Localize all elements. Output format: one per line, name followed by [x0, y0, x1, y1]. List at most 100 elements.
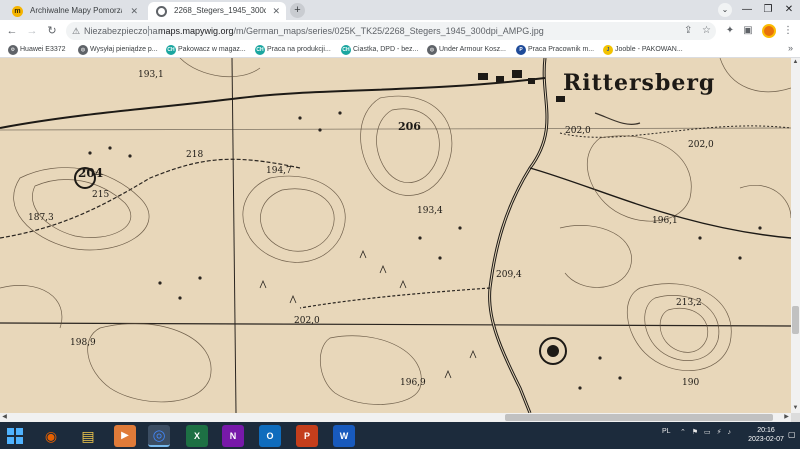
menu-icon[interactable]: ⋮ [780, 23, 796, 39]
tab-title: Archiwalne Mapy Pomorza Gdańsk [30, 6, 122, 15]
language-indicator[interactable]: PL [662, 428, 671, 435]
spot-height-label: 187,3 [28, 213, 54, 223]
bookmark-label: Wysyłaj pieniądze p... [90, 46, 158, 53]
spot-height-label: 196,9 [400, 378, 426, 388]
spot-height-label: 218 [186, 150, 204, 160]
word-icon[interactable]: W [333, 425, 355, 447]
new-tab-button[interactable]: + [290, 3, 305, 18]
tab-title: 2268_Stegers_1945_300dpi_AMPG [174, 6, 266, 15]
site-favicon-icon: m [12, 6, 23, 17]
spot-height-label: 193,1 [138, 70, 164, 80]
map-image[interactable]: Rittersberg 193,1 204 215 187,3 194,7 20… [0, 58, 791, 413]
windows-start-icon[interactable] [6, 427, 24, 445]
powerpoint-icon[interactable]: P [296, 425, 318, 447]
firefox-icon[interactable]: ◉ [40, 425, 62, 447]
tab-strip: m Archiwalne Mapy Pomorza Gdańsk ✕ 2268_… [0, 0, 800, 20]
bookmark-label: Ciastka, DPD - bez... [353, 46, 419, 53]
extensions-icon[interactable]: ✦ [722, 23, 738, 39]
tab-search-button[interactable]: ⌄ [718, 3, 732, 17]
security-status[interactable]: Niezabezpieczona [84, 22, 158, 40]
site-icon: P [516, 45, 526, 55]
profile-avatar[interactable] [762, 24, 776, 38]
bookmark-label: Praca na produkcji... [267, 46, 331, 53]
spot-height-label: 194,7 [266, 166, 292, 176]
bookmark-jooble[interactable]: J Jooble - PAKOWAN... [603, 44, 683, 56]
gear-icon: ⚙ [8, 45, 18, 55]
tab-archiwalne-mapy[interactable]: m Archiwalne Mapy Pomorza Gdańsk ✕ [4, 2, 144, 20]
spot-height-label: 198,9 [70, 338, 96, 348]
scroll-left-icon[interactable]: ◀ [0, 413, 9, 422]
bookmark-label: Jooble - PAKOWAN... [615, 46, 683, 53]
divider [148, 26, 149, 36]
bookmark-ciastka[interactable]: CH Ciastka, DPD - bez... [341, 44, 418, 56]
notifications-icon[interactable]: ▢ [788, 430, 798, 440]
spot-height-label: 190 [682, 378, 700, 388]
bookmarks-bar: ⚙ Huawei E3372 ◍ Wysyłaj pieniądze p... CH… [0, 42, 800, 58]
forward-button[interactable]: → [24, 23, 40, 39]
reload-button[interactable]: ↻ [44, 23, 60, 39]
tab-stegers-map[interactable]: 2268_Stegers_1945_300dpi_AMPG ✕ [148, 2, 286, 20]
topographic-map-drawing [0, 58, 791, 413]
globe-favicon-icon [156, 6, 167, 17]
site-icon: CH [341, 45, 351, 55]
clock-time: 20:16 [757, 427, 775, 434]
close-window-button[interactable]: ✕ [778, 0, 800, 20]
maximize-button[interactable]: ❐ [757, 0, 779, 20]
spot-height-label: 196,1 [652, 216, 678, 226]
scrollbar-corner [791, 413, 800, 422]
bookmark-praca-produkcji[interactable]: CH Praca na produkcji... [255, 44, 331, 56]
bookmark-wysylaj[interactable]: ◍ Wysyłaj pieniądze p... [78, 44, 158, 56]
globe-icon: ◍ [427, 45, 437, 55]
vertical-scroll-thumb[interactable] [792, 306, 799, 334]
tab-close-icon[interactable]: ✕ [272, 2, 280, 20]
side-panel-icon[interactable]: ▣ [740, 23, 756, 39]
warning-icon[interactable]: ⚠ [72, 22, 80, 40]
url-path: /m/German_maps/series/025K_TK25/2268_Ste… [233, 26, 544, 36]
spot-height-label: 204 [78, 166, 104, 180]
share-icon[interactable]: ⇪ [684, 22, 692, 40]
scroll-up-icon[interactable]: ▲ [791, 58, 800, 67]
address-bar[interactable]: ⚠ Niezabezpieczona maps.mapywig.org/m/Ge… [66, 22, 716, 40]
spot-height-label: 193,4 [417, 206, 443, 216]
media-player-icon[interactable]: ▶ [114, 425, 136, 447]
map-town-label: Rittersberg [563, 70, 716, 96]
minimize-button[interactable]: — [736, 0, 758, 20]
back-button[interactable]: ← [4, 23, 20, 39]
spot-height-label: 206 [398, 120, 421, 133]
horizontal-scrollbar[interactable]: ◀ ▶ [0, 413, 791, 422]
site-icon: CH [255, 45, 265, 55]
scroll-right-icon[interactable]: ▶ [782, 413, 791, 422]
bookmark-huawei[interactable]: ⚙ Huawei E3372 [8, 44, 66, 56]
browser-toolbar: ← → ↻ ⚠ Niezabezpieczona maps.mapywig.or… [0, 20, 800, 42]
bookmark-label: Pakowacz w magaz... [178, 46, 246, 53]
bookmarks-overflow-icon[interactable]: » [788, 43, 793, 53]
bookmark-label: Huawei E3372 [20, 46, 66, 53]
onenote-icon[interactable]: N [222, 425, 244, 447]
spot-height-label: 202,0 [294, 316, 320, 326]
horizontal-scroll-thumb[interactable] [505, 414, 773, 421]
taskbar-clock[interactable]: 20:16 2023-02-07 [746, 426, 786, 444]
system-tray-icon[interactable]: ⌃ ⚑ ▭ ⚡ ♪ [680, 428, 733, 436]
tab-close-icon[interactable]: ✕ [130, 2, 138, 20]
globe-icon: ◍ [78, 45, 88, 55]
url-host: maps.mapywig.org [158, 26, 234, 36]
windows-taskbar: ◉ ▤ ▶ ◎ X N O P W PL ⌃ ⚑ ▭ ⚡ ♪ 20:16 202… [0, 422, 800, 449]
file-explorer-icon[interactable]: ▤ [77, 425, 99, 447]
clock-date: 2023-02-07 [748, 436, 784, 443]
excel-icon[interactable]: X [186, 425, 208, 447]
spot-height-label: 202,0 [688, 140, 714, 150]
vertical-scrollbar[interactable]: ▲ ▼ [791, 58, 800, 413]
chrome-icon[interactable]: ◎ [148, 425, 170, 447]
bookmark-label: Praca Pracownik m... [528, 46, 595, 53]
bookmark-praca-pracownik[interactable]: P Praca Pracownik m... [516, 44, 594, 56]
url-text[interactable]: maps.mapywig.org/m/German_maps/series/02… [158, 22, 544, 40]
spot-height-label: 213,2 [676, 298, 702, 308]
bookmark-star-icon[interactable]: ☆ [702, 22, 711, 40]
spot-height-label: 215 [92, 190, 110, 200]
flag-icon: J [603, 45, 613, 55]
scroll-down-icon[interactable]: ▼ [791, 404, 800, 413]
bookmark-under-armour[interactable]: ◍ Under Armour Kosz... [427, 44, 506, 56]
bookmark-label: Under Armour Kosz... [439, 46, 506, 53]
bookmark-pakowacz[interactable]: CH Pakowacz w magaz... [166, 44, 246, 56]
outlook-icon[interactable]: O [259, 425, 281, 447]
